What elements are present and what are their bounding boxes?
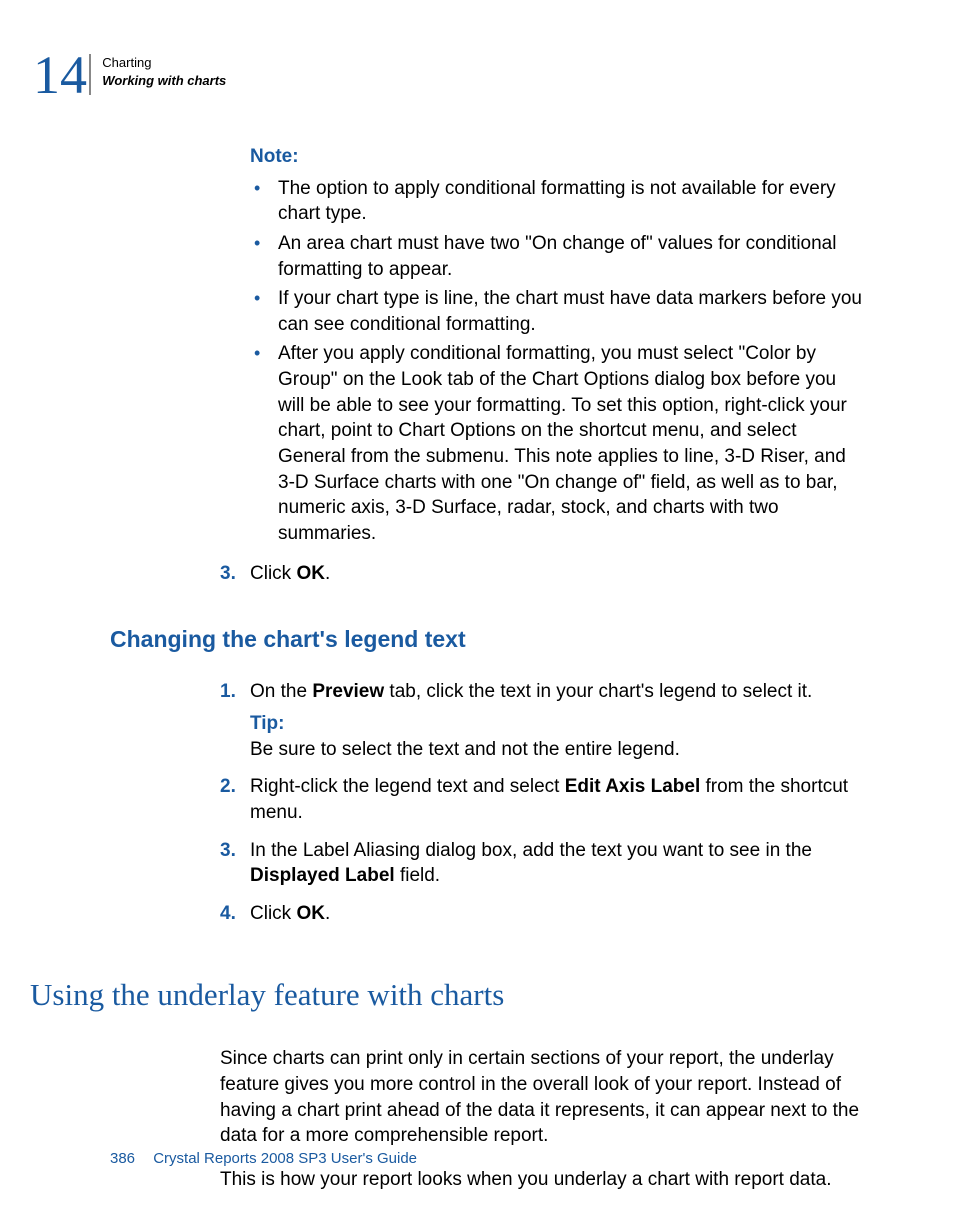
header-section-title: Working with charts [102, 72, 226, 90]
step-text-pre: Click [250, 903, 296, 924]
page-number: 386 [110, 1150, 135, 1167]
step-text-pre: On the [250, 681, 312, 702]
step-text-pre: Click [250, 563, 296, 584]
step-text-bold: Edit Axis Label [565, 776, 701, 797]
step-text-post: tab, click the text in your chart's lege… [384, 681, 812, 702]
header-chapter-title: Charting [102, 54, 226, 72]
note-item: An area chart must have two "On change o… [278, 231, 865, 282]
page-header: 14 Charting Working with charts [33, 48, 226, 102]
step-text-bold: OK [296, 903, 325, 924]
heading-underlay: Using the underlay feature with charts [30, 974, 865, 1016]
step-item: 1. On the Preview tab, click the text in… [220, 679, 865, 762]
header-text: Charting Working with charts [102, 54, 226, 89]
page-footer: 386 Crystal Reports 2008 SP3 User's Guid… [110, 1149, 417, 1169]
step-item: 3. Click OK. [220, 561, 865, 587]
note-item: After you apply conditional formatting, … [278, 341, 865, 546]
step-number: 3. [220, 561, 236, 587]
page-content: Note: The option to apply conditional fo… [220, 144, 865, 1210]
step-text-bold: Displayed Label [250, 865, 395, 886]
step-number: 4. [220, 901, 236, 927]
tip-text: Be sure to select the text and not the e… [250, 737, 865, 763]
footer-title: Crystal Reports 2008 SP3 User's Guide [153, 1150, 417, 1167]
note-item: If your chart type is line, the chart mu… [278, 286, 865, 337]
chapter-number: 14 [33, 48, 87, 102]
step-text-post: . [325, 563, 330, 584]
step-list-continued: 3. Click OK. [220, 561, 865, 587]
underlay-para-2: This is how your report looks when you u… [220, 1167, 865, 1193]
note-item: The option to apply conditional formatti… [278, 176, 865, 227]
step-item: 3. In the Label Aliasing dialog box, add… [220, 838, 865, 889]
heading-legend: Changing the chart's legend text [110, 624, 865, 655]
step-item: 4. Click OK. [220, 901, 865, 927]
step-list-legend: 1. On the Preview tab, click the text in… [220, 679, 865, 926]
note-label: Note: [250, 144, 865, 170]
step-text-pre: In the Label Aliasing dialog box, add th… [250, 840, 812, 861]
step-text-pre: Right-click the legend text and select [250, 776, 565, 797]
step-number: 1. [220, 679, 236, 705]
tip-label: Tip: [250, 711, 865, 737]
step-text-bold: OK [296, 563, 325, 584]
header-divider [89, 54, 91, 95]
step-text-bold: Preview [312, 681, 384, 702]
note-list: The option to apply conditional formatti… [250, 176, 865, 547]
underlay-para-1: Since charts can print only in certain s… [220, 1046, 865, 1149]
step-text-post: . [325, 903, 330, 924]
step-item: 2. Right-click the legend text and selec… [220, 774, 865, 825]
step-number: 2. [220, 774, 236, 800]
step-number: 3. [220, 838, 236, 864]
step-text-post: field. [395, 865, 440, 886]
